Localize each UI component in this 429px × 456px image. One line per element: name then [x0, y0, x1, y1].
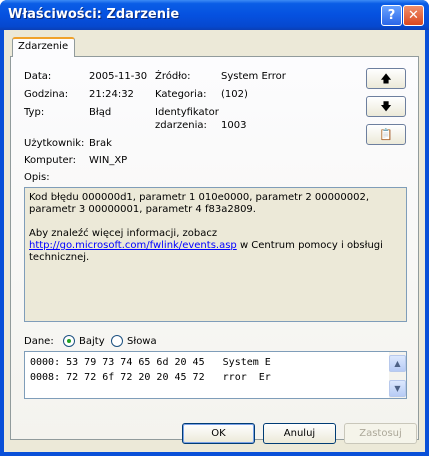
source-value: System Error — [221, 71, 286, 82]
arrow-up-icon: 🡅 — [380, 72, 392, 85]
user-label: Użytkownik: — [24, 138, 85, 149]
scroll-down-button[interactable]: ▼ — [389, 380, 406, 397]
title-bar[interactable]: Właściwości: Zdarzenie ? ✕ — [0, 0, 429, 30]
event-properties-window: Właściwości: Zdarzenie ? ✕ Zdarzenie Dat… — [0, 0, 429, 456]
date-value: 2005-11-30 — [89, 71, 148, 82]
time-label: Godzina: — [24, 89, 69, 100]
arrow-down-icon: 🡇 — [380, 100, 392, 113]
event-id-value: 1003 — [221, 120, 247, 131]
description-more-info-text: Aby znaleźć więcej informacji, zobacz — [29, 228, 218, 239]
previous-event-button[interactable]: 🡅 — [366, 68, 406, 89]
help-link[interactable]: http://go.microsoft.com/fwlink/events.as… — [29, 240, 237, 251]
window-title: Właściwości: Zdarzenie — [8, 7, 180, 22]
description-box[interactable]: Kod błędu 000000d1, parametr 1 010e0000,… — [24, 187, 407, 322]
data-label: Dane: — [24, 336, 54, 347]
help-button[interactable]: ? — [381, 5, 402, 26]
cancel-button[interactable]: Anuluj — [263, 423, 336, 444]
data-hex-view[interactable]: 0000: 53 79 73 74 65 6d 20 45 System E 0… — [24, 351, 407, 399]
description-text: Kod błędu 000000d1, parametr 1 010e0000,… — [29, 192, 369, 215]
type-label: Typ: — [24, 107, 45, 118]
bytes-radio-label[interactable]: Bajty — [79, 336, 105, 347]
computer-value: WIN_XP — [89, 155, 128, 166]
computer-label: Komputer: — [24, 155, 76, 166]
category-value: (102) — [221, 89, 248, 100]
dialog-client-area: Zdarzenie Data: 2005-11-30 Źródło: Syste… — [4, 30, 425, 452]
words-radio-label[interactable]: Słowa — [127, 336, 157, 347]
ok-button[interactable]: OK — [182, 423, 255, 444]
description-label: Opis: — [24, 172, 50, 183]
event-id-label-line2: zdarzenia: — [155, 120, 207, 131]
description-more-info: Aby znaleźć więcej informacji, zobacz ht… — [29, 228, 402, 264]
time-value: 21:24:32 — [89, 89, 134, 100]
copy-icon: 📋 — [379, 128, 393, 141]
event-tab-panel: Data: 2005-11-30 Źródło: System Error Go… — [10, 56, 419, 440]
tab-event[interactable]: Zdarzenie — [12, 37, 75, 57]
date-label: Data: — [24, 71, 52, 82]
event-id-label-line1: Identyfikator — [155, 107, 219, 118]
scroll-down-icon: ▼ — [394, 384, 401, 393]
hex-line: 0008: 72 72 6f 72 20 20 45 72 rror Er — [30, 372, 271, 383]
source-label: Źródło: — [155, 71, 191, 82]
bytes-radio[interactable] — [63, 335, 75, 347]
scroll-up-icon: ▲ — [394, 359, 401, 368]
next-event-button[interactable]: 🡇 — [366, 96, 406, 117]
apply-button[interactable]: Zastosuj — [344, 423, 417, 444]
user-value: Brak — [89, 138, 112, 149]
hex-scrollbar[interactable]: ▲ ▼ — [389, 352, 406, 398]
close-button[interactable]: ✕ — [403, 5, 424, 26]
copy-button[interactable]: 📋 — [366, 124, 406, 145]
hex-line: 0000: 53 79 73 74 65 6d 20 45 System E — [30, 357, 271, 368]
category-label: Kategoria: — [155, 89, 207, 100]
type-value: Błąd — [89, 107, 112, 118]
words-radio[interactable] — [111, 335, 123, 347]
scroll-up-button[interactable]: ▲ — [389, 355, 406, 372]
